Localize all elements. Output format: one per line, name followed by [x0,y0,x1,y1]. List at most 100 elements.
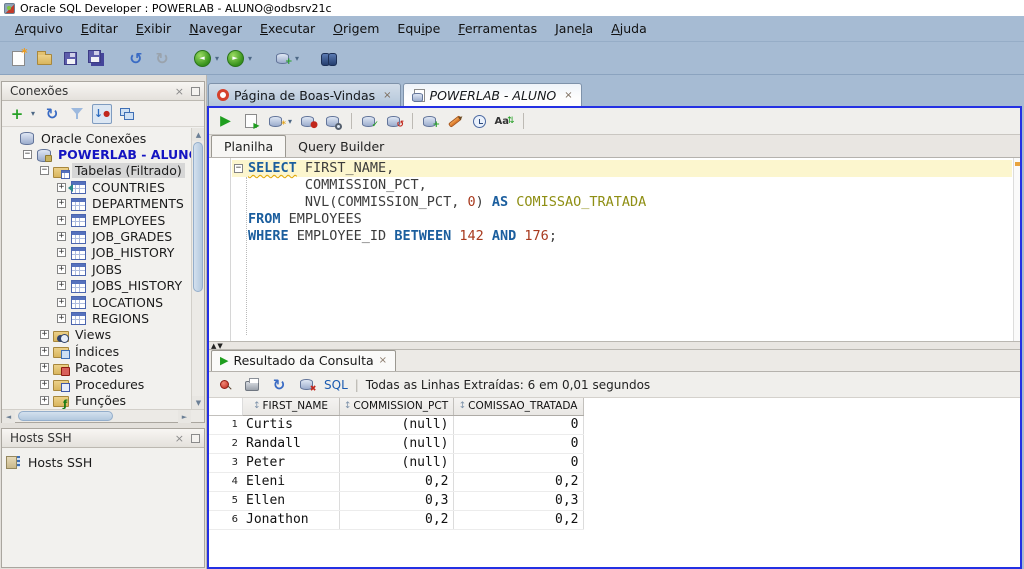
cell-commission_pct[interactable]: 0,2 [339,472,453,491]
change-case-button[interactable]: Aa⇅ [493,110,516,132]
splitter-down-icon[interactable]: ▼ [217,342,222,350]
tree-item-employees[interactable]: +EMPLOYEES [2,212,191,228]
close-tab-icon[interactable]: × [383,90,391,101]
tab-powerlab-aluno[interactable]: POWERLAB - ALUNO × [403,83,582,106]
new-sql-worksheet-button[interactable]: + [270,46,294,70]
tree-item-departments[interactable]: +DEPARTMENTS [2,196,191,212]
expand-node-icon[interactable]: + [40,396,49,405]
close-tab-icon[interactable]: × [564,90,572,101]
sort-button[interactable]: ↓● [92,104,112,124]
back-button[interactable]: ◄ [190,46,214,70]
column-sort-icon[interactable]: ↕ [253,401,261,411]
expand-node-icon[interactable]: + [40,330,49,339]
tree-item-oracle-conex-es[interactable]: Oracle Conexões [2,130,191,146]
tree-item-fun-es[interactable]: +Funções [2,392,191,408]
expand-node-icon[interactable]: + [57,314,66,323]
run-script-button[interactable]: ▶ [239,110,262,132]
collapse-all-button[interactable] [117,104,137,124]
forward-button[interactable]: ► [223,46,247,70]
tree-item--ndices[interactable]: +Índices [2,343,191,359]
cell-first_name[interactable]: Peter [242,453,339,472]
code-line-1[interactable]: −SELECT FIRST_NAME, [232,160,1012,177]
expand-node-icon[interactable]: + [57,183,66,192]
explain-plan-button[interactable]: ● [296,110,319,132]
results-grid[interactable]: ↕FIRST_NAME↕COMMISSION_PCT↕COMISSAO_TRAT… [209,398,1020,567]
cell-comissao_tratada[interactable]: 0 [453,415,583,434]
tree-item-pacotes[interactable]: +Pacotes [2,359,191,375]
tree-item-jobs-history[interactable]: +JOBS_HISTORY [2,278,191,294]
tree-horizontal-scrollbar[interactable]: ◄ ► [2,409,204,422]
tree-item-regions[interactable]: +REGIONS [2,310,191,326]
close-panel-icon[interactable]: × [171,432,188,445]
back-dropdown[interactable]: ▾ [215,54,219,63]
tree-item-procedures[interactable]: +Procedures [2,376,191,392]
expand-node-icon[interactable]: + [57,281,66,290]
cell-first_name[interactable]: Curtis [242,415,339,434]
scroll-right-icon[interactable]: ► [178,410,191,423]
sql-history-button[interactable] [468,110,491,132]
refresh-tree-button[interactable]: ↻ [42,104,62,124]
clear-results-button[interactable]: ✖ [297,373,315,397]
splitter-up-icon[interactable]: ▲ [211,342,216,350]
expand-node-icon[interactable]: + [40,363,49,372]
code-line-3[interactable]: NVL(COMMISSION_PCT, 0) AS COMISSAO_TRATA… [232,194,1012,211]
worksheet-dropdown[interactable]: ▾ [295,54,299,63]
tab-planilha[interactable]: Planilha [211,135,286,157]
cell-commission_pct[interactable]: (null) [339,415,453,434]
expand-node-icon[interactable]: + [57,298,66,307]
menu-arquivo[interactable]: Arquivo [6,18,72,39]
menu-ferramentas[interactable]: Ferramentas [449,18,546,39]
tree-item-job-grades[interactable]: +JOB_GRADES [2,228,191,244]
forward-dropdown[interactable]: ▾ [248,54,252,63]
print-button[interactable] [243,373,261,397]
table-row[interactable]: 2Randall(null)0 [209,434,583,453]
menu-editar[interactable]: Editar [72,18,127,39]
close-tab-icon[interactable]: × [379,355,387,366]
code-area[interactable]: −SELECT FIRST_NAME, COMMISSION_PCT, NVL(… [232,160,1012,245]
cell-first_name[interactable]: Jonathon [242,510,339,529]
table-row[interactable]: 5Ellen0,30,3 [209,491,583,510]
expand-node-icon[interactable]: + [57,216,66,225]
tab-query-builder[interactable]: Query Builder [286,136,396,157]
table-row[interactable]: 4Eleni0,20,2 [209,472,583,491]
new-file-button[interactable]: * [6,46,30,70]
tree-vertical-scrollbar[interactable]: ▲ ▼ [191,128,204,409]
cell-comissao_tratada[interactable]: 0 [453,434,583,453]
autotrace-dropdown[interactable]: ▾ [288,117,292,126]
code-line-2[interactable]: COMMISSION_PCT, [232,177,1012,194]
rollback-button[interactable]: ↺ [382,110,405,132]
tab-resultado-da-consulta[interactable]: ▶ Resultado da Consulta × [211,350,396,371]
column-header-comissao_tratada[interactable]: ↕COMISSAO_TRATADA [453,398,583,415]
tree-item-job-history[interactable]: +JOB_HISTORY [2,245,191,261]
column-header-first_name[interactable]: ↕FIRST_NAME [242,398,339,415]
menu-executar[interactable]: Executar [251,18,324,39]
tree-item-tabelas-filtrado-[interactable]: −Tabelas (Filtrado) [2,163,191,179]
tree-item-jobs[interactable]: +JOBS [2,261,191,277]
commit-button[interactable]: ✓ [357,110,380,132]
column-header-commission_pct[interactable]: ↕COMMISSION_PCT [339,398,453,415]
sql-editor[interactable]: −SELECT FIRST_NAME, COMMISSION_PCT, NVL(… [209,158,1020,341]
cell-comissao_tratada[interactable]: 0 [453,453,583,472]
editor-results-splitter[interactable]: ▲ ▼ [209,341,1020,350]
menu-exibir[interactable]: Exibir [127,18,180,39]
menu-origem[interactable]: Origem [324,18,388,39]
expand-node-icon[interactable]: + [57,199,66,208]
fold-icon[interactable]: − [234,164,243,173]
minimize-panel-icon[interactable] [191,434,200,443]
sql-link[interactable]: SQL [324,378,348,392]
cell-commission_pct[interactable]: 0,3 [339,491,453,510]
code-line-5[interactable]: WHERE EMPLOYEE_ID BETWEEN 142 AND 176; [232,228,1012,245]
save-button[interactable] [58,46,82,70]
tree-item-locations[interactable]: +LOCATIONS [2,294,191,310]
collapse-node-icon[interactable]: − [40,166,49,175]
cell-commission_pct[interactable]: (null) [339,453,453,472]
redo-button[interactable]: ↻ [150,46,174,70]
expand-node-icon[interactable]: + [40,380,49,389]
clear-button[interactable] [443,110,466,132]
minimize-panel-icon[interactable] [191,87,200,96]
run-statement-button[interactable]: ▶ [214,110,237,132]
sql-tuning-button[interactable] [321,110,344,132]
table-row[interactable]: 1Curtis(null)0 [209,415,583,434]
vertical-scroll-thumb[interactable] [193,142,203,292]
filter-button[interactable] [67,104,87,124]
